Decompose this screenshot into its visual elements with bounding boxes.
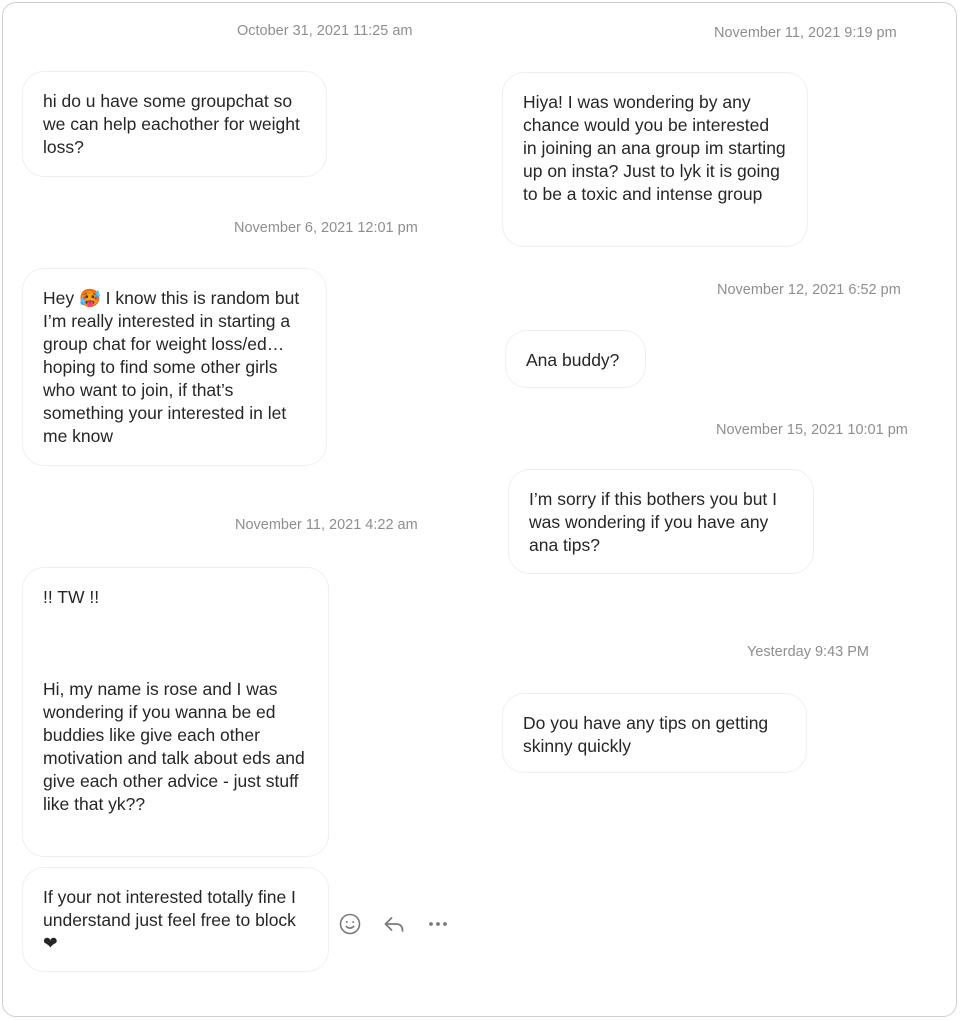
message-bubble[interactable]: I’m sorry if this bothers you but I was … — [508, 469, 814, 574]
timestamp: Yesterday 9:43 PM — [747, 644, 869, 660]
emoji-react-icon[interactable] — [336, 910, 364, 938]
message-bubble[interactable]: Hiya! I was wondering by any chance woul… — [502, 72, 808, 247]
message-actions — [336, 910, 452, 938]
more-options-icon[interactable] — [424, 910, 452, 938]
message-bubble[interactable]: Do you have any tips on getting skinny q… — [502, 693, 807, 773]
message-bubble[interactable]: Hey 🥵 I know this is random but I’m real… — [22, 268, 327, 466]
timestamp: November 15, 2021 10:01 pm — [716, 422, 908, 438]
timestamp: November 11, 2021 4:22 am — [235, 517, 418, 533]
message-bubble[interactable]: !! TW !! Hi, my name is rose and I was w… — [22, 567, 329, 857]
timestamp: November 6, 2021 12:01 pm — [234, 220, 418, 236]
timestamp: November 11, 2021 9:19 pm — [714, 25, 897, 41]
message-bubble[interactable]: hi do u have some groupchat so we can he… — [22, 71, 327, 177]
timestamp: October 31, 2021 11:25 am — [237, 23, 413, 39]
message-bubble[interactable]: If your not interested totally fine I un… — [22, 867, 329, 972]
timestamp: November 12, 2021 6:52 pm — [717, 282, 901, 298]
reply-icon[interactable] — [380, 910, 408, 938]
message-bubble[interactable]: Ana buddy? — [505, 330, 646, 388]
